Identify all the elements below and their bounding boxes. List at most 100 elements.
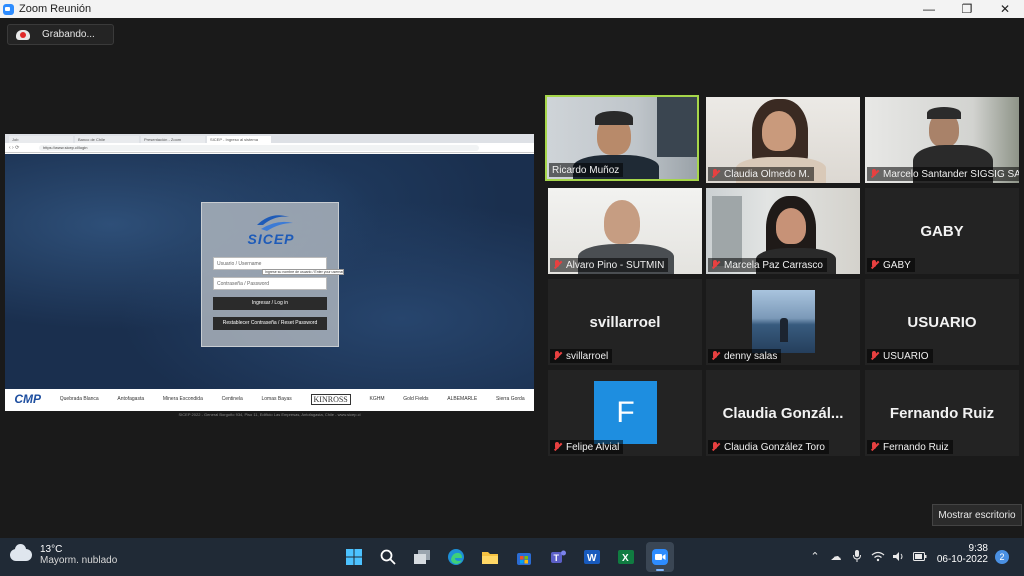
participant-tile-marcelo[interactable]: Marcelo Santander SIGSIG SA bbox=[865, 97, 1019, 183]
battery-icon[interactable] bbox=[911, 548, 929, 564]
participant-tile-gaby[interactable]: GABY GABY bbox=[865, 188, 1019, 274]
sponsor-strip: CMP Quebrada Blanca Antofagasta Minera E… bbox=[5, 389, 534, 409]
zoom-window: Zoom Reunión — ❐ ✕ Grabando... Job Banco… bbox=[0, 0, 1024, 576]
maximize-button[interactable]: ❐ bbox=[948, 0, 986, 18]
microphone-icon[interactable] bbox=[848, 548, 866, 564]
window-controls: — ❐ ✕ bbox=[910, 0, 1024, 18]
participant-tile-alvaro[interactable]: Alvaro Pino - SUTMIN bbox=[548, 188, 702, 274]
weather-widget[interactable]: 13°C Mayorm. nublado bbox=[10, 544, 117, 566]
recording-label: Grabando... bbox=[42, 29, 95, 40]
participant-name: svillarroel bbox=[550, 349, 613, 363]
onedrive-icon[interactable]: ☁ bbox=[827, 548, 845, 564]
password-input[interactable]: Contraseña / Password bbox=[213, 277, 327, 290]
muted-mic-icon bbox=[553, 442, 562, 452]
search-icon[interactable] bbox=[374, 542, 402, 572]
show-desktop-tooltip: Mostrar escritorio bbox=[932, 504, 1022, 526]
shared-page-footer: SICEP 2022 - General Borgoño 934, Piso 1… bbox=[178, 412, 361, 417]
muted-mic-icon bbox=[870, 351, 879, 361]
excel-icon[interactable]: X bbox=[612, 542, 640, 572]
muted-mic-icon bbox=[870, 169, 879, 179]
store-icon[interactable] bbox=[510, 542, 538, 572]
sponsor-logo: Minera Escondida bbox=[162, 396, 203, 402]
sponsor-logo: Centinela bbox=[221, 396, 243, 402]
browser-url[interactable]: https://www.sicep.cl/login bbox=[39, 144, 479, 151]
word-icon[interactable]: W bbox=[578, 542, 606, 572]
cloud-record-icon bbox=[16, 29, 30, 40]
wifi-icon[interactable] bbox=[869, 548, 887, 564]
zoom-icon[interactable] bbox=[646, 542, 674, 572]
participant-name: GABY bbox=[867, 258, 915, 272]
browser-tab-strip: Job Banco de Chile Presentación - Zoom S… bbox=[5, 134, 534, 143]
sicep-swoosh-icon bbox=[257, 215, 293, 231]
participant-tile-claudia-gonzalez[interactable]: Claudia Gonzál... Claudia González Toro bbox=[706, 370, 860, 456]
task-view-icon[interactable] bbox=[408, 542, 436, 572]
sponsor-logo: KINROSS bbox=[310, 393, 351, 405]
participant-tile-felipe[interactable]: F Felipe Alvial bbox=[548, 370, 702, 456]
login-button[interactable]: Ingresar / Log in bbox=[213, 297, 327, 310]
participant-name: denny salas bbox=[708, 349, 782, 363]
sicep-logo: SICEP bbox=[227, 209, 315, 247]
window-title: Zoom Reunión bbox=[19, 3, 92, 15]
muted-mic-icon bbox=[711, 442, 720, 452]
close-button[interactable]: ✕ bbox=[986, 0, 1024, 18]
taskbar-apps: T W X bbox=[340, 542, 680, 572]
participant-tile-svillarroel[interactable]: svillarroel svillarroel bbox=[548, 279, 702, 365]
participant-tile-ricardo[interactable]: Ricardo Muñoz bbox=[545, 95, 699, 181]
browser-tab-active[interactable]: SICEP - Ingreso al sistema bbox=[207, 136, 271, 143]
zoom-app-icon bbox=[3, 3, 14, 15]
taskbar-clock[interactable]: 9:38 06-10-2022 bbox=[936, 543, 988, 565]
participant-avatar-letter: F bbox=[594, 381, 657, 444]
participant-name: Felipe Alvial bbox=[550, 440, 624, 454]
system-tray: ⌃ ☁ bbox=[806, 548, 932, 564]
browser-tab[interactable]: Banco de Chile bbox=[75, 136, 139, 143]
login-card: SICEP Usuario / Username Ingrese su nomb… bbox=[201, 202, 344, 347]
participant-name: Ricardo Muñoz bbox=[549, 163, 624, 177]
clock-date: 06-10-2022 bbox=[936, 554, 988, 565]
sponsor-logo: Antofagasta bbox=[117, 396, 145, 402]
windows-start-icon[interactable] bbox=[340, 542, 368, 572]
volume-icon[interactable] bbox=[890, 548, 908, 564]
participant-name: Claudia González Toro bbox=[708, 440, 829, 454]
sponsor-logo: Quebrada Blanca bbox=[59, 396, 99, 402]
participant-name: Marcelo Santander SIGSIG SA bbox=[867, 167, 1019, 181]
reset-password-button[interactable]: Restablecer Contraseña / Reset Password bbox=[213, 317, 327, 330]
participant-name: Alvaro Pino - SUTMIN bbox=[550, 258, 669, 272]
sponsor-logo: Gold Fields bbox=[403, 396, 429, 402]
participant-tile-usuario[interactable]: USUARIO USUARIO bbox=[865, 279, 1019, 365]
notification-badge[interactable]: 2 bbox=[995, 550, 1009, 564]
participant-tile-denny[interactable]: denny salas bbox=[706, 279, 860, 365]
browser-nav-icons[interactable]: ‹ › ⟳ bbox=[9, 145, 39, 151]
recording-indicator[interactable]: Grabando... bbox=[7, 24, 114, 45]
weather-condition: Mayorm. nublado bbox=[40, 555, 118, 566]
browser-tab[interactable]: Job bbox=[9, 136, 73, 143]
participant-tile-claudia-olmedo[interactable]: Claudia Olmedo M. bbox=[706, 97, 860, 183]
svg-text:W: W bbox=[587, 553, 597, 564]
muted-mic-icon bbox=[711, 260, 720, 270]
minimize-button[interactable]: — bbox=[910, 0, 948, 18]
participant-avatar-photo bbox=[752, 290, 815, 353]
username-tooltip: Ingrese su nombre de usuario / Enter you… bbox=[262, 269, 344, 275]
chevron-up-icon[interactable]: ⌃ bbox=[806, 548, 824, 564]
shared-screen[interactable]: Job Banco de Chile Presentación - Zoom S… bbox=[5, 134, 534, 411]
file-explorer-icon[interactable] bbox=[476, 542, 504, 572]
muted-mic-icon bbox=[870, 260, 879, 270]
sponsor-logo: KGHM bbox=[369, 396, 385, 402]
sponsor-logo: Sierra Gorda bbox=[496, 396, 525, 402]
muted-mic-icon bbox=[870, 442, 879, 452]
windows-taskbar: 13°C Mayorm. nublado T W X ⌃ ☁ 9:38 06-1… bbox=[0, 538, 1024, 576]
muted-mic-icon bbox=[711, 351, 720, 361]
sponsor-logo: CMP bbox=[14, 392, 42, 406]
edge-icon[interactable] bbox=[442, 542, 470, 572]
participant-name: Fernando Ruiz bbox=[867, 440, 953, 454]
participant-name: Claudia Olmedo M. bbox=[708, 167, 814, 181]
sicep-logo-text: SICEP bbox=[247, 231, 295, 247]
teams-icon[interactable]: T bbox=[544, 542, 572, 572]
participant-name: USUARIO bbox=[867, 349, 933, 363]
participant-tile-marcela[interactable]: Marcela Paz Carrasco bbox=[706, 188, 860, 274]
sicep-login-page: SICEP Usuario / Username Ingrese su nomb… bbox=[5, 154, 534, 389]
muted-mic-icon bbox=[553, 351, 562, 361]
browser-tab[interactable]: Presentación - Zoom bbox=[141, 136, 205, 143]
title-bar: Zoom Reunión — ❐ ✕ bbox=[0, 0, 1024, 18]
browser-address-bar: ‹ › ⟳ https://www.sicep.cl/login bbox=[5, 143, 534, 153]
participant-tile-fernando[interactable]: Fernando Ruiz Fernando Ruiz bbox=[865, 370, 1019, 456]
